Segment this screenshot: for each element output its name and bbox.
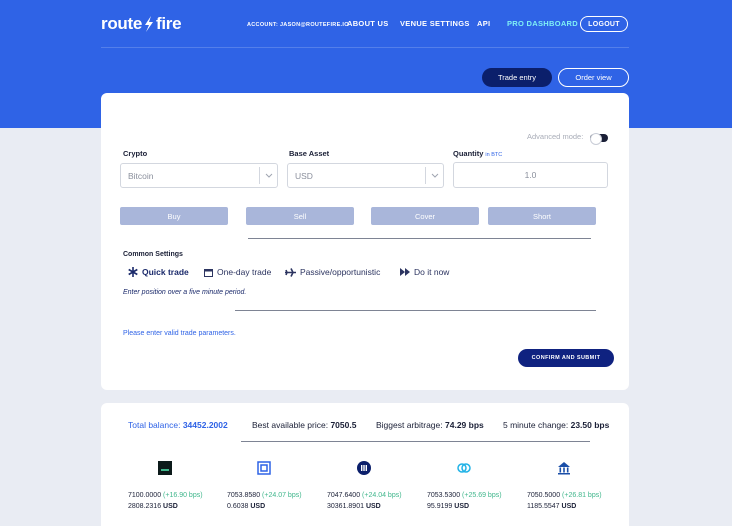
- market-summary-card: Total balance: 34452.2002 Best available…: [101, 403, 629, 526]
- exchange-bars-icon: [357, 461, 371, 475]
- buy-button[interactable]: Buy: [120, 207, 228, 225]
- fast-forward-icon: [400, 268, 410, 276]
- advanced-mode-label: Advanced mode:: [527, 132, 584, 141]
- mode-do-it-now[interactable]: Do it now: [400, 267, 449, 277]
- exchange-bank-icon: [558, 462, 570, 475]
- validation-message: Please enter valid trade parameters.: [123, 330, 236, 337]
- nav-about[interactable]: ABOUT US: [347, 19, 389, 28]
- base-asset-select[interactable]: USD: [287, 163, 444, 188]
- crypto-select[interactable]: Bitcoin: [120, 163, 278, 188]
- exchange-stack-icon: [257, 461, 271, 475]
- mode-passive[interactable]: Passive/opportunistic: [285, 267, 380, 277]
- quantity-unit: in BTC: [485, 152, 503, 158]
- sell-button[interactable]: Sell: [246, 207, 354, 225]
- quantity-input[interactable]: 1.0: [453, 162, 608, 188]
- crypto-label: Crypto: [123, 149, 148, 158]
- account-label[interactable]: ACCOUNT: JASON@ROUTEFIRE.IO: [247, 22, 349, 28]
- calendar-icon: [204, 268, 213, 277]
- exchange-square-icon: [158, 461, 172, 475]
- total-balance: Total balance: 34452.2002: [128, 420, 228, 430]
- mode-quick-trade[interactable]: Quick trade: [128, 267, 189, 277]
- advanced-mode-toggle[interactable]: [590, 133, 608, 145]
- confirm-submit-button[interactable]: CONFIRM AND SUBMIT: [518, 349, 614, 367]
- five-minute-change: 5 minute change: 23.50 bps: [503, 420, 610, 430]
- crypto-value: Bitcoin: [128, 170, 154, 181]
- common-settings-title: Common Settings: [123, 251, 183, 258]
- best-price: Best available price: 7050.5: [252, 420, 357, 430]
- logout-button[interactable]: LOGOUT: [580, 16, 628, 32]
- biggest-arbitrage: Biggest arbitrage: 74.29 bps: [376, 420, 484, 430]
- trade-entry-card: Advanced mode: Crypto Bitcoin Base Asset…: [101, 93, 629, 390]
- mode-one-day-trade[interactable]: One-day trade: [204, 267, 271, 277]
- divider: [248, 238, 591, 239]
- trade-entry-button[interactable]: Trade entry: [482, 68, 552, 87]
- chevron-down-icon: [259, 167, 277, 184]
- base-asset-label: Base Asset: [289, 149, 330, 158]
- asterisk-icon: [128, 267, 138, 277]
- nav-pro-dashboard[interactable]: PRO DASHBOARD: [507, 19, 578, 28]
- chevron-down-icon: [425, 167, 443, 184]
- divider: [235, 310, 596, 311]
- base-asset-value: USD: [295, 170, 313, 181]
- quantity-label: Quantity in BTC: [453, 149, 503, 158]
- mode-hint: Enter position over a five minute period…: [123, 289, 247, 296]
- nav-api[interactable]: API: [477, 19, 490, 28]
- divider: [241, 441, 590, 442]
- exchange-link-icon: [457, 463, 471, 473]
- short-button[interactable]: Short: [488, 207, 596, 225]
- order-view-button[interactable]: Order view: [558, 68, 629, 87]
- nav-venue-settings[interactable]: VENUE SETTINGS: [400, 19, 470, 28]
- cover-button[interactable]: Cover: [371, 207, 479, 225]
- header-divider: [101, 47, 629, 48]
- airplane-icon: [285, 267, 296, 277]
